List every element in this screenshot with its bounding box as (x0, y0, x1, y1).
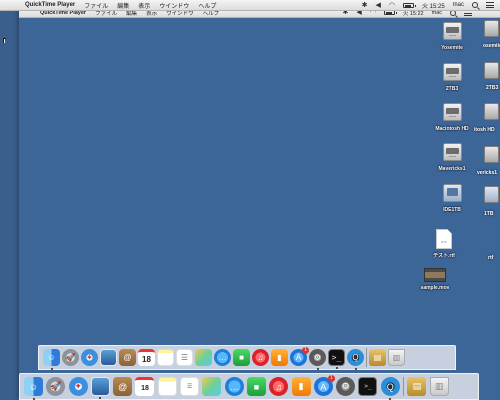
dock-appstore-icon[interactable]: A1 (290, 347, 309, 366)
dock-facetime-icon[interactable]: ■ (233, 349, 250, 366)
hard-drive-icon (442, 141, 463, 163)
dock-system-preferences-icon[interactable]: ⚙ (309, 349, 326, 370)
movie-file-icon (424, 268, 446, 282)
hard-drive-icon (442, 20, 463, 42)
volume-icon[interactable]: ◀ (375, 2, 380, 9)
desktop-icon-label: 2TB3 (445, 86, 459, 92)
menu-bar: QuickTime Player ファイル 編集 表示 ウインドウ ヘルプ ✱ … (0, 0, 500, 11)
dock-notes-icon[interactable] (157, 349, 174, 366)
dock-launchpad-icon[interactable]: 🚀 (46, 377, 66, 396)
dock-reminders-icon[interactable]: ☰ (180, 377, 200, 396)
dock-safari-icon[interactable]: ✦ (68, 377, 88, 396)
hard-drive-icon (442, 61, 463, 83)
menu-help[interactable]: ヘルプ (198, 1, 216, 10)
update-badge: 1 (327, 375, 335, 382)
menu-view[interactable]: 表示 (138, 1, 150, 10)
dock-downloads-icon[interactable]: ▤ (407, 377, 427, 396)
desktop-file-test-rtf[interactable]: RTF テスト.rtf (414, 229, 474, 259)
menu-window[interactable]: ウインドウ (159, 1, 189, 10)
rtf-document-icon: RTF (436, 229, 452, 249)
dock-reminders-icon[interactable]: ☰ (176, 349, 193, 366)
dock-messages-icon[interactable]: … (214, 349, 231, 366)
nested-dock: ☺ 🚀 ✦ @ 18 ☰ … ■ ♫ ▮ A1 ⚙ >_ Q ▤ ▥ (38, 345, 456, 370)
dock-photos-icon[interactable] (195, 349, 212, 366)
desktop-icon-label: sample.mov (420, 285, 450, 291)
dock-safari-icon[interactable]: ✦ (81, 349, 98, 366)
desktop-drive-2tb3[interactable]: 2TB3 (422, 61, 482, 92)
update-badge: 1 (302, 347, 309, 354)
screen-edge-shadow (0, 11, 19, 400)
desktop-icon-label: Yosemite (441, 45, 463, 51)
desktop-icon-label: Macintosh HD (435, 126, 469, 132)
dock-preview-icon[interactable] (100, 349, 117, 366)
dock-itunes-icon[interactable]: ♫ (269, 377, 289, 396)
dock: ☺ 🚀 ✦ @ 18 ☰ … ■ ♫ ▮ A1 ⚙ >_ Q ▤ ▥ (19, 373, 479, 400)
dock-terminal-icon[interactable]: >_ (358, 377, 378, 396)
dock-ibooks-icon[interactable]: ▮ (291, 377, 311, 396)
menubar-user[interactable]: mac (453, 2, 464, 8)
menubar-clock[interactable]: 火 15:25 (422, 1, 445, 10)
desktop-icon-label: IDE1TB (443, 207, 461, 213)
hard-drive-icon (442, 101, 463, 123)
battery-icon[interactable] (402, 2, 416, 8)
mouse-cursor-icon (3, 38, 6, 44)
desktop-file-sample-mov[interactable]: sample.mov (405, 265, 465, 291)
dock-facetime-icon[interactable]: ■ (246, 377, 266, 396)
bluetooth-icon[interactable]: ✱ (362, 2, 368, 9)
menu-app-quicktime[interactable]: QuickTime Player (25, 2, 75, 8)
notification-center-icon[interactable] (486, 2, 494, 8)
desktop-icon-label: Mavericks1 (438, 166, 466, 172)
dock-separator (366, 348, 367, 367)
dock-finder-icon[interactable]: ☺ (24, 377, 43, 400)
wifi-icon[interactable]: ◠ (389, 2, 395, 9)
dock-separator (403, 377, 405, 396)
dock-preview-icon[interactable] (90, 377, 110, 399)
dock-itunes-icon[interactable]: ♫ (252, 349, 269, 366)
dock-calendar-icon[interactable]: 18 (138, 349, 155, 366)
dock-system-preferences-icon[interactable]: ⚙ (336, 377, 356, 396)
dock-contacts-icon[interactable]: @ (113, 377, 133, 396)
dock-photos-icon[interactable] (202, 377, 222, 396)
status-area: ✱ ◀ ◠ 火 15:25 mac (362, 0, 494, 10)
dock-messages-icon[interactable]: … (224, 377, 244, 396)
desktop-icon-label: テスト.rtf (433, 253, 455, 259)
dock-calendar-icon[interactable]: 18 (135, 377, 155, 396)
spotlight-icon[interactable] (472, 2, 478, 8)
dock-ibooks-icon[interactable]: ▮ (271, 349, 288, 366)
dock-contacts-icon[interactable]: @ (119, 349, 136, 366)
external-drive-icon (442, 182, 463, 204)
dock-appstore-icon[interactable]: A1 (313, 375, 335, 396)
desktop-drive-ide1tb[interactable]: IDE1TB (422, 182, 482, 213)
menu-edit[interactable]: 編集 (117, 1, 129, 10)
dock-trash-icon[interactable]: ▥ (429, 377, 449, 396)
dock-terminal-icon[interactable]: >_ (328, 349, 345, 369)
dock-trash-icon[interactable]: ▥ (388, 349, 405, 366)
dock-downloads-icon[interactable]: ▤ (369, 349, 386, 366)
dock-finder-icon[interactable]: ☺ (43, 349, 60, 370)
desktop-drive-mavericks1[interactable]: Mavericks1 (422, 141, 482, 172)
desktop-drive-macintosh-hd[interactable]: Macintosh HD (422, 101, 482, 132)
dock-launchpad-icon[interactable]: 🚀 (62, 349, 79, 366)
desktop-drive-yosemite[interactable]: Yosemite (422, 20, 482, 51)
dock-quicktime-icon[interactable]: Q (380, 377, 400, 400)
dock-quicktime-icon[interactable]: Q (347, 349, 364, 370)
menu-file[interactable]: ファイル (84, 1, 108, 10)
dock-notes-icon[interactable] (157, 377, 177, 396)
